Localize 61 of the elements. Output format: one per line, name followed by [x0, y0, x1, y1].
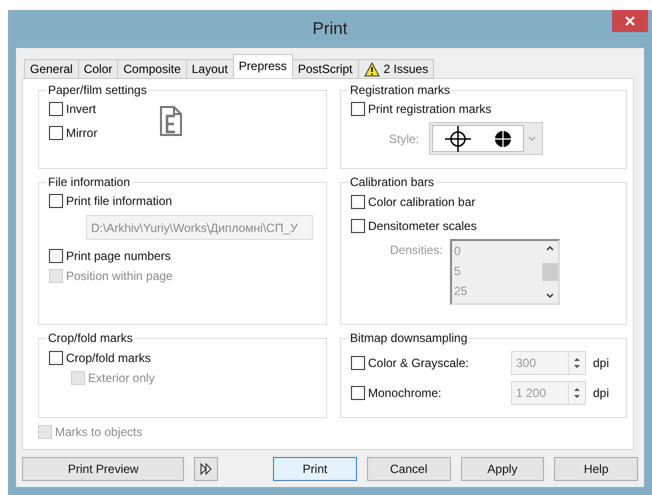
- checkbox-label: Color & Grayscale:: [368, 354, 469, 372]
- dialog-button[interactable]: Print Preview: [22, 457, 184, 481]
- unit-label: dpi: [593, 354, 610, 372]
- group-title: Bitmap downsampling: [349, 330, 468, 347]
- tab[interactable]: Color: [78, 59, 118, 79]
- checkbox[interactable]: [351, 219, 365, 233]
- checkbox-label: Mirror: [66, 125, 98, 142]
- chevron-down-icon: [546, 293, 554, 299]
- crosshair-icon: [444, 126, 470, 152]
- checkbox-label: Print registration marks: [368, 101, 492, 118]
- checkbox-label: Invert: [66, 101, 96, 118]
- checkbox[interactable]: [351, 195, 365, 209]
- group-title: File information: [47, 174, 132, 191]
- expand-button[interactable]: [194, 457, 218, 481]
- checkbox-label: Monochrome:: [368, 384, 442, 402]
- chevron-up-icon: [546, 245, 554, 251]
- spin-value: 300: [515, 354, 538, 372]
- checkbox[interactable]: [49, 351, 63, 365]
- tab[interactable]: PostScript: [292, 59, 358, 79]
- tab[interactable]: Prepress: [232, 54, 293, 78]
- style-label: Style:: [388, 130, 420, 148]
- checkbox[interactable]: [49, 249, 63, 263]
- dialog-button[interactable]: Help: [554, 457, 638, 481]
- checkbox[interactable]: [351, 356, 365, 370]
- tab[interactable]: 2 Issues: [358, 59, 434, 79]
- checkbox[interactable]: [351, 102, 365, 116]
- spinner-arrows-icon[interactable]: [573, 356, 581, 370]
- checkbox-label: Position within page: [66, 268, 173, 285]
- spinner-arrows-icon[interactable]: [573, 386, 581, 400]
- chevron-down-icon: [528, 136, 536, 142]
- checkbox[interactable]: [351, 386, 365, 400]
- unit-label: dpi: [593, 384, 610, 402]
- close-icon: [625, 16, 635, 26]
- checkbox-label: Crop/fold marks: [66, 350, 151, 367]
- tab[interactable]: Composite: [117, 59, 187, 79]
- group-title: Registration marks: [349, 82, 452, 99]
- densities-label: Densities:: [389, 242, 444, 259]
- page-letter-icon: [159, 105, 183, 137]
- tab[interactable]: Layout: [186, 59, 234, 79]
- close-button[interactable]: [612, 10, 648, 32]
- target-icon: [494, 130, 512, 148]
- spin-value: 1 200: [515, 384, 548, 402]
- checkbox[interactable]: [49, 126, 63, 140]
- group-title: Paper/film settings: [47, 82, 148, 99]
- dialog-button[interactable]: Apply: [460, 457, 544, 481]
- checkbox[interactable]: [49, 194, 63, 208]
- tab[interactable]: General: [24, 59, 79, 79]
- double-chevron-right-icon: [200, 463, 212, 475]
- group-title: Calibration bars: [349, 174, 436, 191]
- group-title: Crop/fold marks: [47, 330, 134, 347]
- dialog-button[interactable]: Cancel: [366, 457, 451, 481]
- checkbox-label: Marks to objects: [55, 424, 142, 441]
- window-title: Print: [312, 18, 348, 40]
- dialog-button[interactable]: Print: [273, 457, 357, 481]
- checkbox-label: Print page numbers: [66, 248, 171, 265]
- checkbox-label: Exterior only: [88, 370, 155, 387]
- checkbox-label: Color calibration bar: [368, 194, 476, 211]
- checkbox[interactable]: [49, 102, 63, 116]
- checkbox-label: Densitometer scales: [368, 218, 477, 235]
- checkbox-label: Print file information: [66, 193, 172, 210]
- warning-icon: [364, 62, 380, 76]
